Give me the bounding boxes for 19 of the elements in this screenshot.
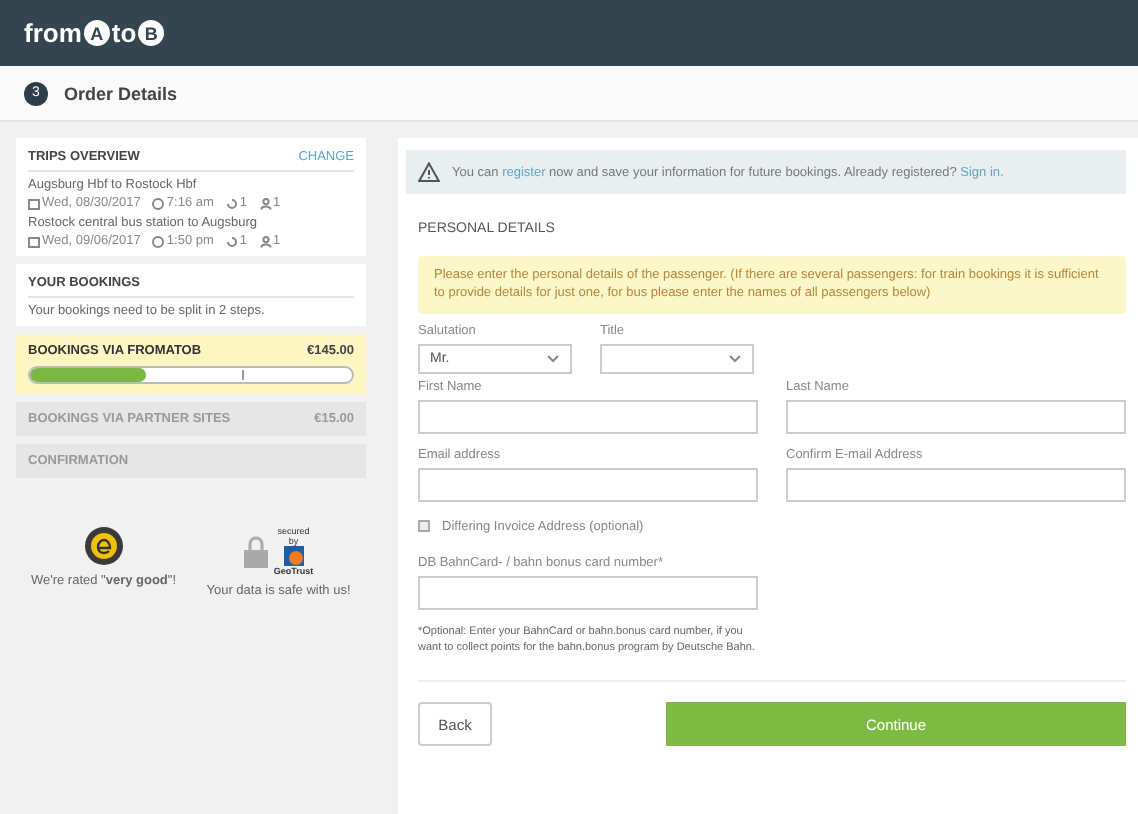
lock-icon — [243, 535, 268, 567]
clock-icon — [152, 235, 165, 247]
seal-logo-icon — [283, 546, 304, 566]
select-field[interactable] — [600, 343, 754, 374]
input-field[interactable] — [418, 467, 758, 502]
step-title: Order Details — [64, 83, 178, 103]
chevron-icon — [546, 353, 560, 364]
logo[interactable]: from A to B — [24, 18, 165, 48]
chevron-icon — [728, 353, 742, 364]
input-field[interactable] — [786, 399, 1126, 434]
input-field[interactable] — [418, 399, 758, 434]
warning-icon — [418, 162, 440, 182]
input-field[interactable] — [418, 575, 758, 610]
checkbox[interactable] — [418, 520, 430, 533]
person-icon — [259, 235, 272, 247]
clock-icon — [152, 197, 165, 209]
person-icon — [259, 197, 272, 209]
rating-seal-icon — [83, 526, 124, 566]
input-field[interactable] — [786, 467, 1126, 502]
